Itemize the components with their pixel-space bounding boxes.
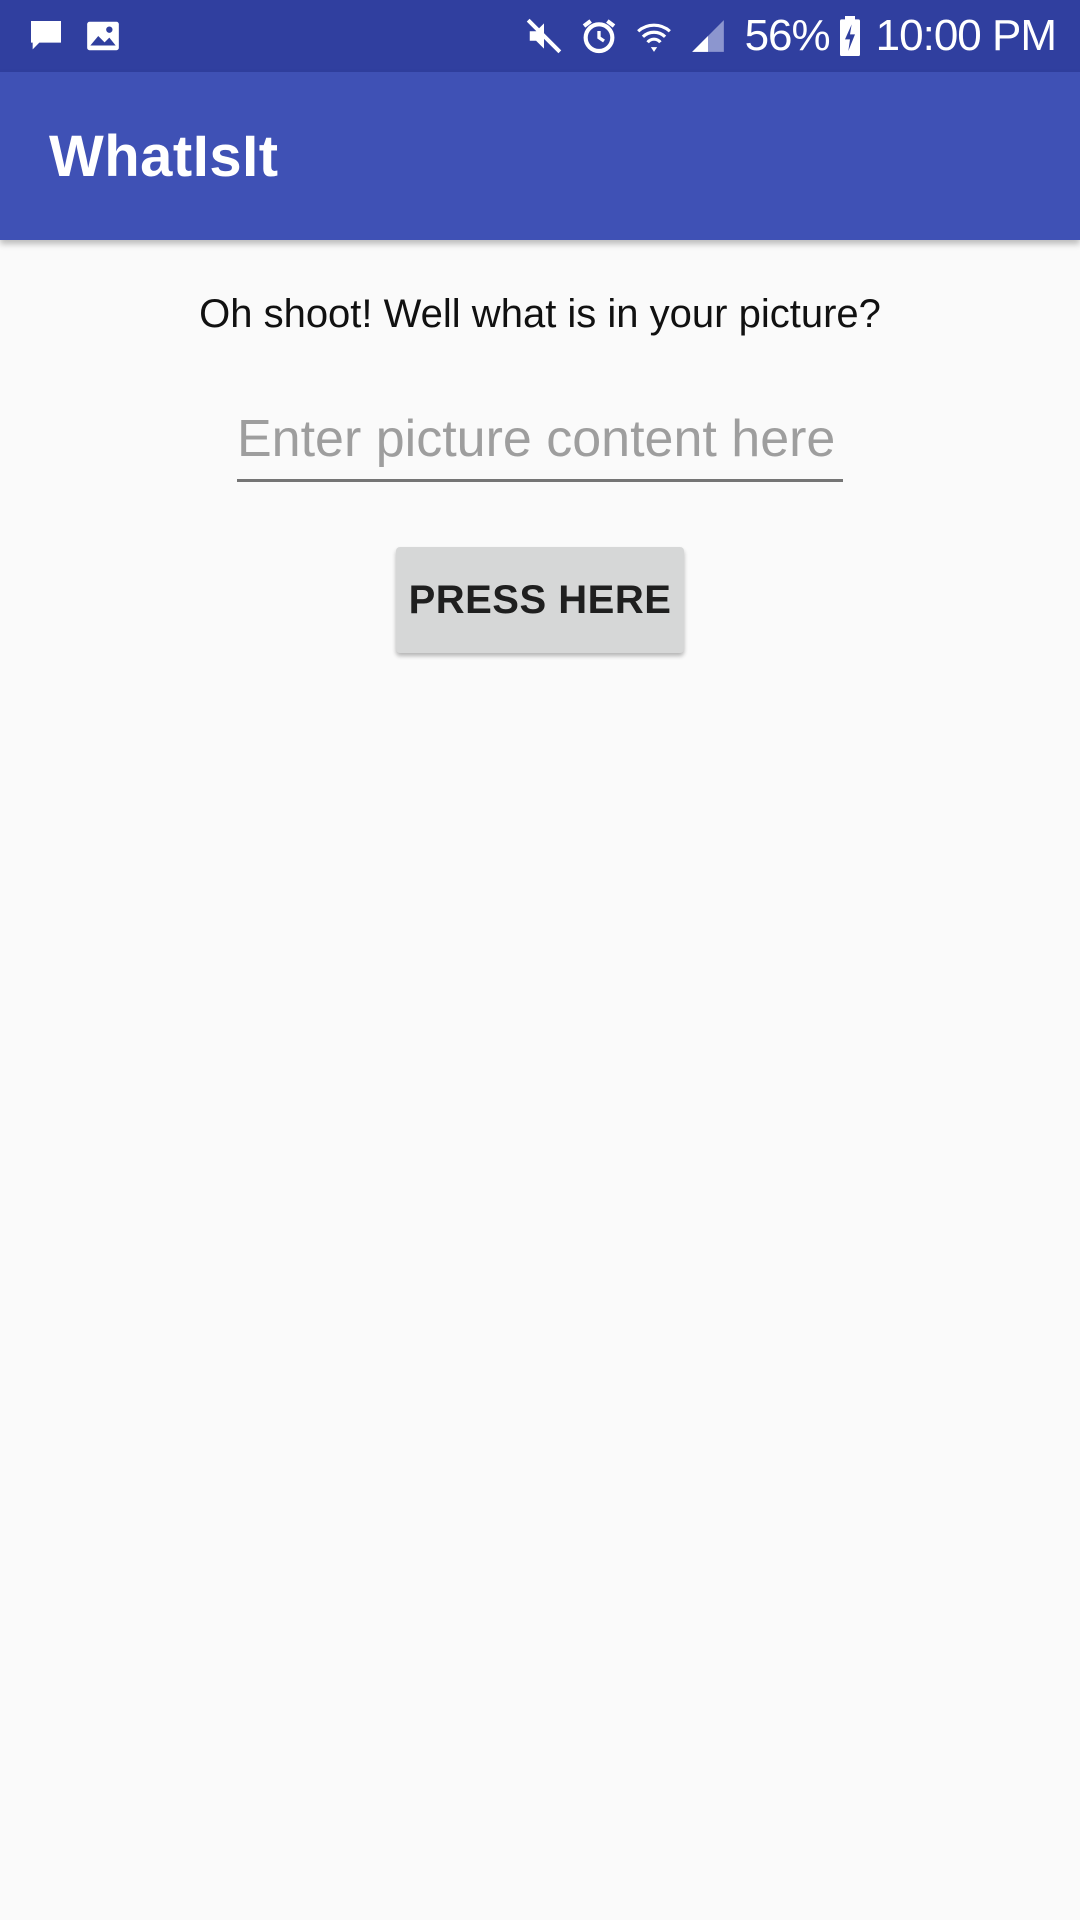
- main-content: Oh shoot! Well what is in your picture? …: [0, 240, 1080, 1920]
- alarm-icon: [579, 16, 619, 56]
- signal-icon: [689, 17, 727, 55]
- battery-charging-icon: [838, 16, 862, 56]
- battery-percent: 56%: [744, 11, 831, 60]
- prompt-text: Oh shoot! Well what is in your picture?: [199, 292, 881, 336]
- status-bar: 56% 10:00 PM: [0, 0, 1080, 72]
- picture-content-field: [237, 400, 843, 482]
- screen: 56% 10:00 PM WhatIsIt Oh shoot! Well wha…: [0, 0, 1080, 1920]
- status-right: 56% 10:00 PM: [509, 0, 1057, 72]
- message-icon: [26, 16, 66, 56]
- app-title: WhatIsIt: [49, 123, 279, 189]
- mute-icon: [525, 17, 563, 55]
- app-bar: WhatIsIt: [0, 72, 1080, 240]
- wifi-icon: [635, 17, 673, 55]
- picture-content-input[interactable]: [237, 400, 843, 478]
- status-left: [26, 0, 140, 72]
- press-here-button[interactable]: PRESS HERE: [396, 547, 684, 653]
- image-icon: [84, 17, 122, 55]
- clock: 10:00 PM: [875, 11, 1057, 60]
